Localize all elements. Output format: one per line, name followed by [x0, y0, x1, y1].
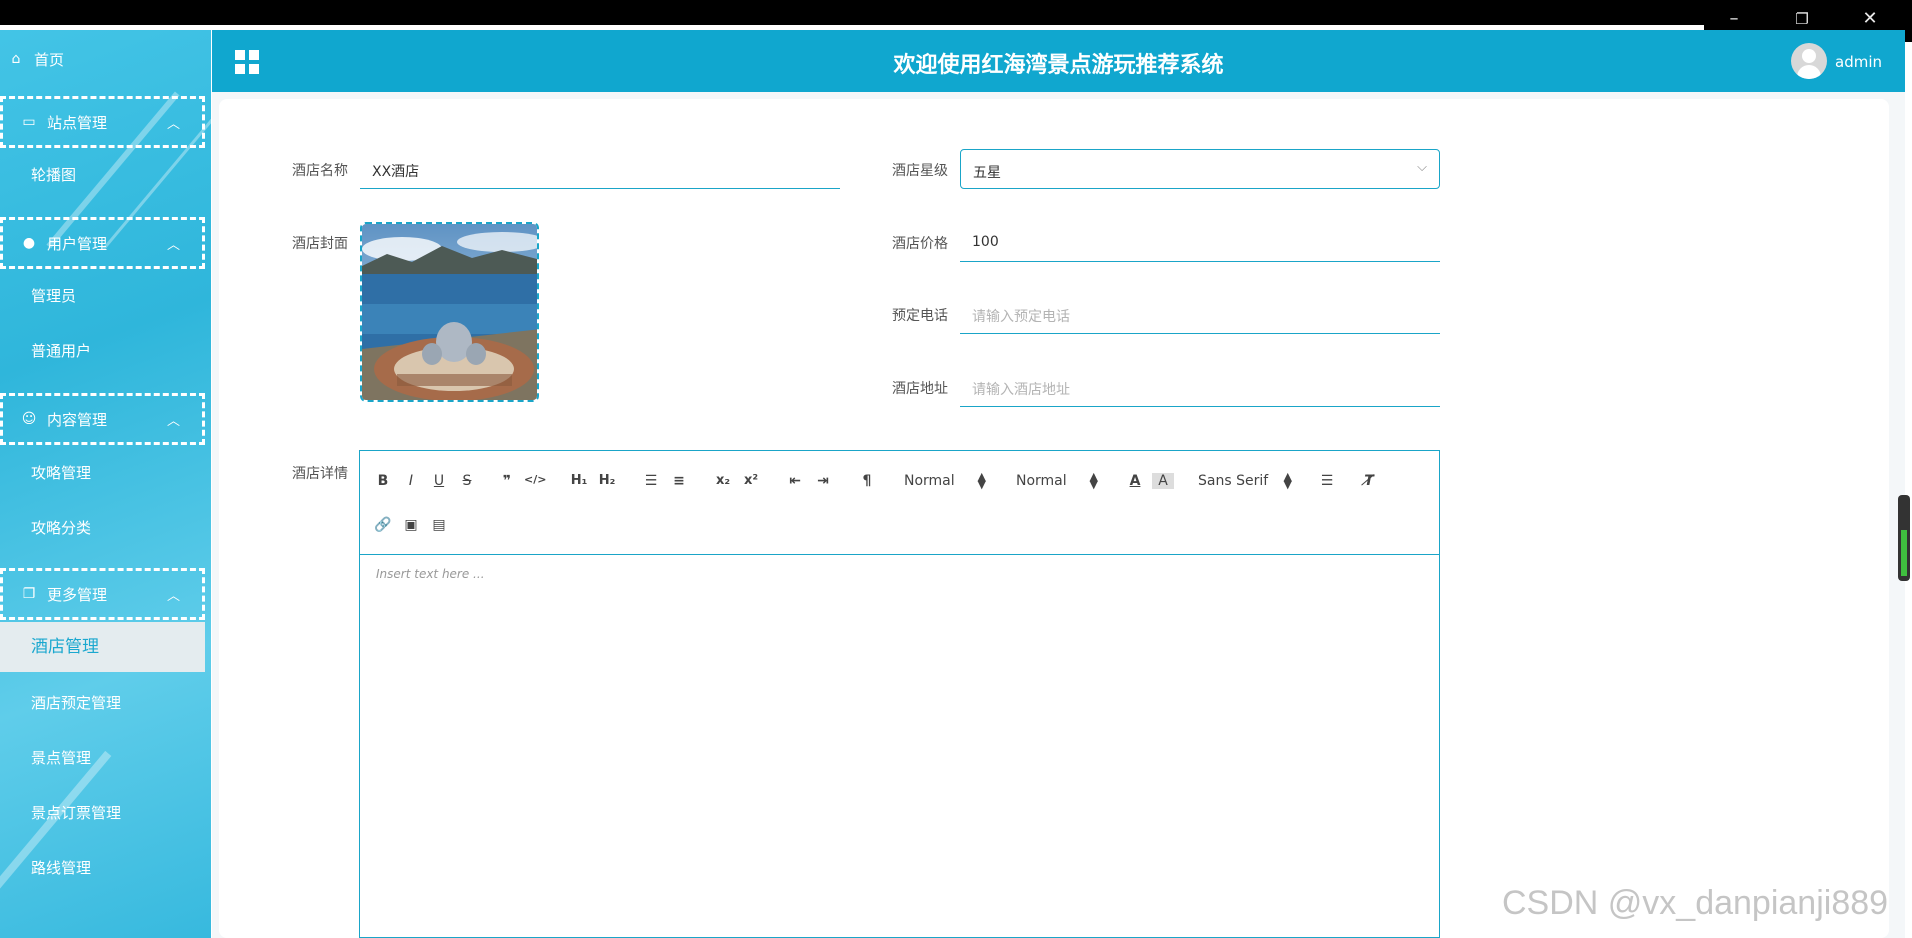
rich-text-editor[interactable]: B I U S ❞ </> H₁ H₂ ☰ ≡ x₂ x² ⇤ ⇥ ¶ Norm…: [359, 450, 1440, 938]
hotel-photo: [362, 224, 537, 400]
sidebar-group-label: 更多管理: [47, 585, 108, 604]
bold-icon[interactable]: B: [372, 473, 394, 489]
hotel-address-label: 酒店地址: [892, 381, 948, 397]
booking-phone-label: 预定电话: [892, 308, 948, 324]
hotel-address-input[interactable]: 请输入酒店地址: [960, 367, 1440, 407]
sidebar-group-site[interactable]: ▭ 站点管理 ︿: [0, 96, 205, 148]
sidebar-group-users[interactable]: ● 用户管理 ︿: [0, 217, 205, 269]
chevron-up-icon: ︿: [166, 117, 180, 132]
sidebar-item-normal-users[interactable]: 普通用户: [31, 340, 91, 361]
scrollbar-indicator: [1901, 530, 1907, 576]
link-icon[interactable]: 🔗: [372, 517, 394, 533]
hotel-name-label: 酒店名称: [292, 163, 348, 179]
chevron-up-icon: ︿: [166, 238, 180, 253]
hotel-cover-image[interactable]: [360, 222, 539, 402]
sidebar-item-hotels[interactable]: 酒店管理: [0, 622, 205, 672]
bullet-list-icon[interactable]: ≡: [668, 473, 690, 489]
video-icon[interactable]: ▤: [428, 517, 450, 533]
sidebar-item-guides[interactable]: 攻略管理: [31, 462, 91, 483]
heading2-icon[interactable]: H₂: [596, 473, 618, 488]
blockquote-icon[interactable]: ❞: [496, 473, 518, 489]
size-select-value: Normal: [1016, 473, 1067, 489]
page-title: 欢迎使用红海湾景点游玩推荐系统: [893, 53, 1224, 78]
superscript-icon[interactable]: x²: [740, 473, 762, 488]
window-titlebar: [0, 0, 1912, 25]
heading1-icon[interactable]: H₁: [568, 473, 590, 488]
sidebar-group-label: 内容管理: [47, 410, 108, 429]
align-icon[interactable]: ☰: [1316, 473, 1338, 489]
italic-icon[interactable]: I: [400, 473, 422, 489]
background-color-icon[interactable]: A: [1152, 473, 1174, 489]
updown-icon: ▲ ▼: [1283, 470, 1292, 491]
clear-format-icon[interactable]: T̸: [1358, 473, 1380, 489]
editor-toolbar: B I U S ❞ </> H₁ H₂ ☰ ≡ x₂ x² ⇤ ⇥ ¶ Norm…: [360, 451, 1439, 555]
indent-icon[interactable]: ⇥: [812, 473, 834, 489]
sidebar-item-admins[interactable]: 管理员: [31, 285, 76, 306]
sidebar-item-home[interactable]: ⌂ 首页: [0, 44, 64, 74]
size-select[interactable]: Normal ▲ ▼: [1016, 470, 1098, 491]
decor-streak: [0, 750, 112, 910]
hotel-cover-label: 酒店封面: [292, 236, 348, 252]
home-icon: ⌂: [11, 51, 21, 67]
copy-icon: ❐: [22, 586, 36, 602]
sidebar-item-ticket-orders[interactable]: 景点订票管理: [31, 802, 121, 823]
header-select[interactable]: Normal ▲ ▼: [904, 470, 986, 491]
sidebar-item-guide-categories[interactable]: 攻略分类: [31, 517, 91, 538]
chevron-up-icon: ︿: [166, 414, 180, 429]
hotel-star-select[interactable]: 五星 ⌵: [960, 149, 1440, 189]
sidebar-item-hotel-bookings[interactable]: 酒店预定管理: [31, 692, 121, 713]
font-select[interactable]: Sans Serif ▲ ▼: [1198, 470, 1292, 491]
hotel-detail-label: 酒店详情: [292, 466, 348, 482]
ordered-list-icon[interactable]: ☰: [640, 473, 662, 489]
strike-icon[interactable]: S: [456, 473, 478, 489]
username[interactable]: admin: [1835, 53, 1882, 71]
sidebar-group-label: 用户管理: [47, 234, 108, 253]
header-select-value: Normal: [904, 473, 955, 489]
code-block-icon[interactable]: </>: [524, 473, 546, 486]
updown-icon: ▲ ▼: [1089, 470, 1098, 491]
sidebar-item-label: 首页: [34, 50, 65, 69]
user-icon: ●: [22, 235, 36, 251]
monitor-icon: ▭: [22, 114, 36, 130]
updown-icon: ▲ ▼: [977, 470, 986, 491]
font-select-value: Sans Serif: [1198, 473, 1269, 489]
chevron-up-icon: ︿: [166, 589, 180, 604]
underline-icon[interactable]: U: [428, 473, 450, 489]
hotel-name-input[interactable]: XX酒店: [360, 149, 840, 189]
text-direction-icon[interactable]: ¶: [856, 473, 878, 489]
sidebar-group-more[interactable]: ❐ 更多管理 ︿: [0, 568, 205, 620]
hotel-price-input[interactable]: 100: [960, 222, 1440, 262]
hotel-star-label: 酒店星级: [892, 163, 948, 179]
sidebar-group-content[interactable]: ☺ 内容管理 ︿: [0, 393, 205, 445]
sidebar-item-attractions[interactable]: 景点管理: [31, 747, 91, 768]
sidebar-item-routes[interactable]: 路线管理: [31, 857, 91, 878]
sidebar-group-label: 站点管理: [47, 113, 108, 132]
avatar[interactable]: [1791, 43, 1827, 79]
outdent-icon[interactable]: ⇤: [784, 473, 806, 489]
text-color-icon[interactable]: A: [1124, 473, 1146, 489]
sidebar: ⌂ 首页 ▭ 站点管理 ︿ 轮播图 ● 用户管理 ︿ 管理员 普通用户 ☺ 内容…: [0, 30, 211, 938]
top-header: 欢迎使用红海湾景点游玩推荐系统 admin: [212, 30, 1905, 92]
sidebar-item-carousel[interactable]: 轮播图: [31, 164, 76, 185]
watermark: CSDN @vx_danpianji889: [1502, 884, 1889, 922]
chat-icon: ☺: [21, 411, 37, 427]
subscript-icon[interactable]: x₂: [712, 473, 734, 488]
chevron-down-icon: ⌵: [1417, 160, 1427, 175]
hotel-star-value: 五星: [973, 165, 1001, 181]
image-icon[interactable]: ▣: [400, 517, 422, 533]
editor-placeholder[interactable]: Insert text here ...: [376, 567, 485, 581]
booking-phone-input[interactable]: 请输入预定电话: [960, 294, 1440, 334]
hotel-price-label: 酒店价格: [892, 236, 948, 252]
